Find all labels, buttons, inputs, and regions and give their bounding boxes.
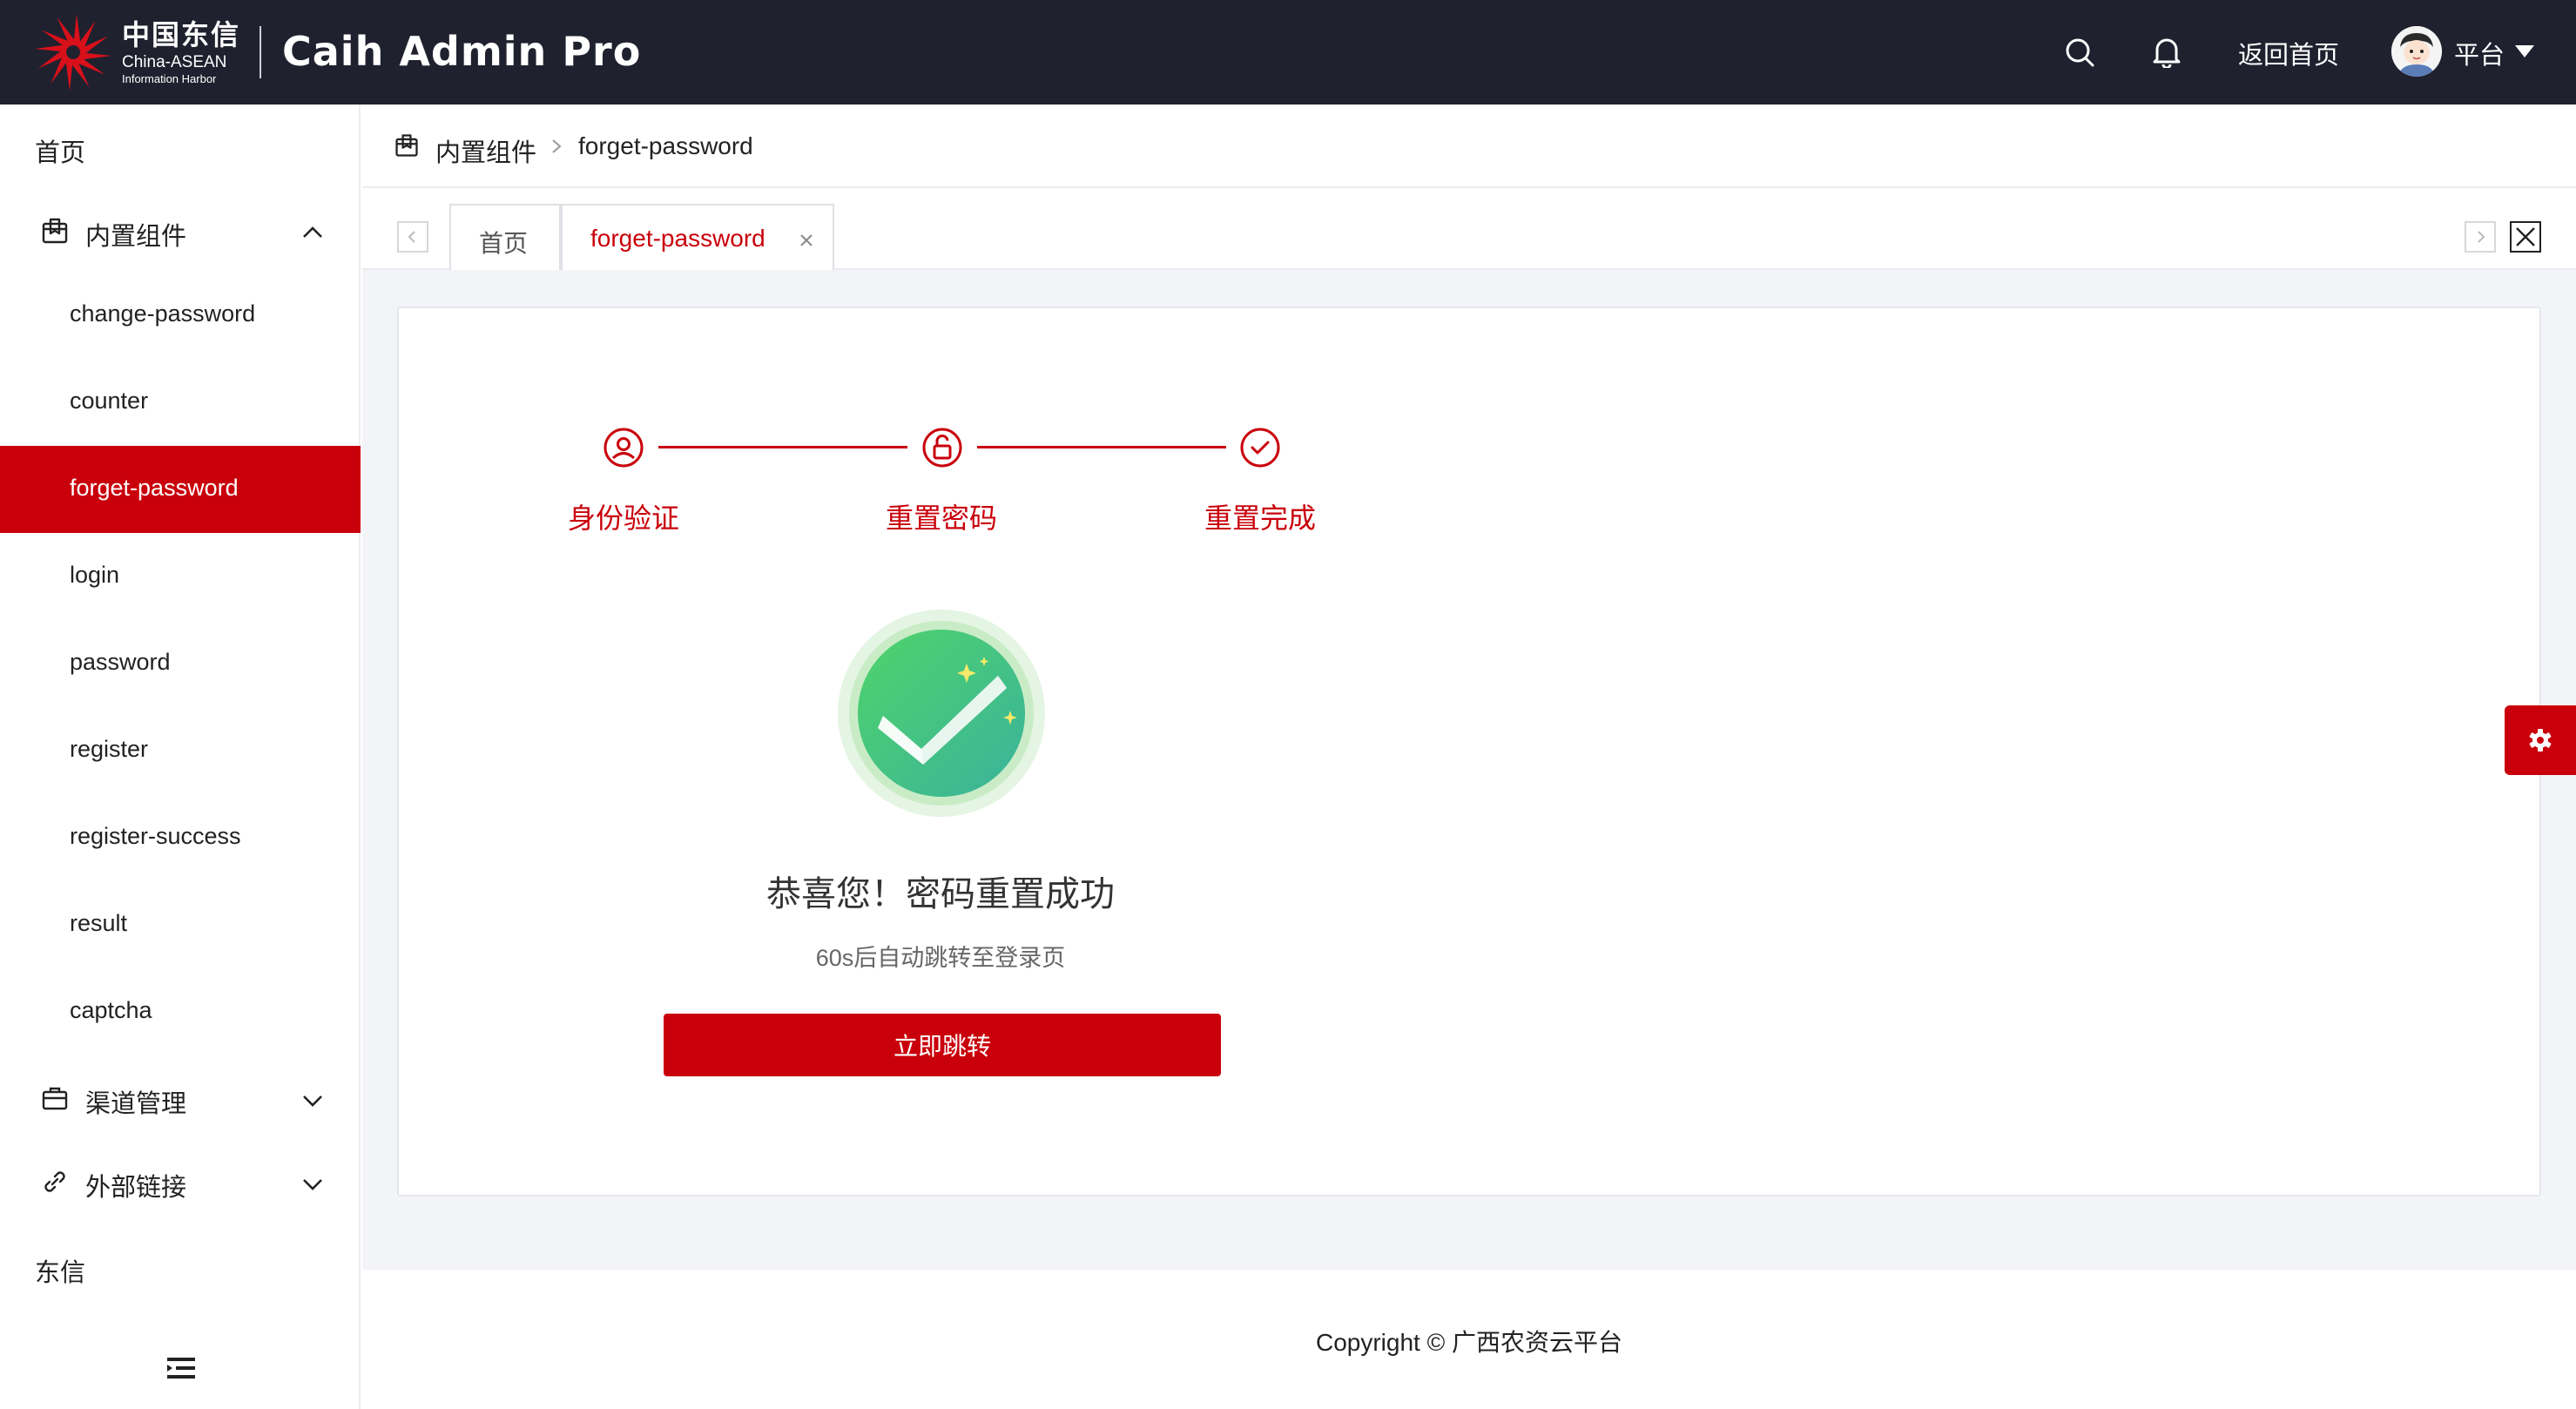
tabs-scroll-left[interactable] [397, 221, 428, 253]
sidebar-item-captcha[interactable]: captcha [0, 968, 361, 1055]
success-title: 恭喜您！密码重置成功 [766, 875, 1115, 913]
copyright-text: Copyright © 广西农资云平台 [1315, 1329, 1623, 1356]
logo-sunburst-icon [35, 14, 111, 91]
sidebar-item-counter[interactable]: counter [0, 359, 361, 446]
jump-now-button[interactable]: 立即跳转 [664, 1014, 1221, 1076]
user-name[interactable]: 平台 [2454, 35, 2505, 71]
check-circle-icon [1240, 428, 1280, 468]
breadcrumb-root[interactable]: 内置组件 [435, 132, 536, 169]
chevron-right-icon [2478, 231, 2485, 243]
sidebar-item-dongxin[interactable]: 东信 [35, 1252, 85, 1289]
package-icon [395, 134, 418, 157]
logo-en-line1: China-ASEAN [122, 52, 227, 71]
sidebar-item-label: counter [70, 388, 149, 414]
sidebar-group-label: 内置组件 [85, 223, 187, 251]
close-icon[interactable] [798, 232, 815, 249]
sidebar-item-forget-password[interactable]: forget-password [0, 446, 361, 533]
sidebar-item-label: register-success [70, 823, 241, 849]
avatar[interactable] [2391, 26, 2442, 77]
step-label-reset: 重置密码 [886, 502, 998, 534]
sidebar-item-label: login [70, 562, 120, 588]
chevron-right-icon [552, 139, 562, 153]
chevron-down-icon [303, 1096, 322, 1107]
user-circle-icon [604, 428, 644, 468]
sidebar-item-change-password[interactable]: change-password [0, 272, 361, 359]
tab-label: 首页 [479, 230, 529, 257]
sidebar-group-channel[interactable]: 渠道管理 [0, 1057, 359, 1141]
footer: Copyright © 广西农资云平台 [362, 1270, 2576, 1409]
unlock-icon [922, 428, 962, 468]
app-title: Caih Admin Pro [282, 28, 642, 75]
tab-home[interactable]: 首页 [449, 204, 561, 270]
sidebar-item-home[interactable]: 首页 [35, 132, 85, 169]
step-label-verify: 身份验证 [568, 502, 680, 534]
sidebar-group-links[interactable]: 外部链接 [0, 1141, 359, 1224]
sidebar-item-login[interactable]: login [0, 533, 361, 620]
logo-divider [260, 26, 261, 78]
logo-text: 中国东信 China-ASEAN Information Harbor [122, 21, 240, 84]
redirect-countdown: 60s后自动跳转至登录页 [815, 945, 1066, 971]
menu-collapse-icon[interactable] [165, 1355, 197, 1381]
tabs-bar: 首页 forget-password [362, 188, 2576, 270]
sidebar-item-label: register [70, 736, 149, 762]
sidebar-group-label: 渠道管理 [85, 1090, 187, 1118]
chevron-up-icon [303, 226, 322, 238]
sidebar-item-register[interactable]: register [0, 707, 361, 794]
search-icon[interactable] [2062, 35, 2097, 70]
sidebar-group-builtin[interactable]: 内置组件 [0, 190, 359, 273]
brand-logo[interactable]: 中国东信 China-ASEAN Information Harbor [33, 12, 240, 92]
close-icon [2516, 227, 2535, 246]
caret-down-icon[interactable] [2515, 45, 2534, 57]
breadcrumb: 内置组件 forget-password [362, 104, 2576, 188]
briefcase-icon [42, 1087, 68, 1110]
chevron-left-icon [408, 231, 415, 243]
sidebar-item-label: change-password [70, 300, 256, 327]
sidebar-item-label: password [70, 649, 171, 675]
close-all-tabs-button[interactable] [2510, 221, 2541, 253]
settings-float-button[interactable] [2505, 705, 2576, 775]
sidebar: 首页 内置组件 change-password counter forget-p… [0, 104, 361, 1409]
logo-en-line2: Information Harbor [122, 71, 217, 85]
breadcrumb-current: forget-password [578, 132, 753, 159]
sidebar-item-password[interactable]: password [0, 620, 361, 707]
step-connector [658, 446, 907, 448]
success-check-icon [838, 610, 1045, 817]
sidebar-item-label: forget-password [70, 475, 239, 501]
step-label-done: 重置完成 [1204, 502, 1317, 534]
logo-cn: 中国东信 [122, 18, 241, 51]
sidebar-group-label: 外部链接 [85, 1174, 187, 1202]
tabs-scroll-right[interactable] [2465, 221, 2496, 253]
top-header: 中国东信 China-ASEAN Information Harbor Caih… [0, 0, 2576, 104]
sidebar-item-label: captcha [70, 997, 152, 1023]
chevron-down-icon [303, 1179, 322, 1190]
gear-icon [2529, 729, 2552, 752]
tab-forget-password[interactable]: forget-password [561, 204, 834, 270]
link-icon [44, 1171, 65, 1192]
bell-icon[interactable] [2149, 35, 2184, 70]
package-icon [42, 218, 68, 244]
tab-label: forget-password [590, 225, 765, 252]
step-connector [977, 446, 1226, 448]
back-home-link[interactable]: 返回首页 [2238, 35, 2339, 71]
